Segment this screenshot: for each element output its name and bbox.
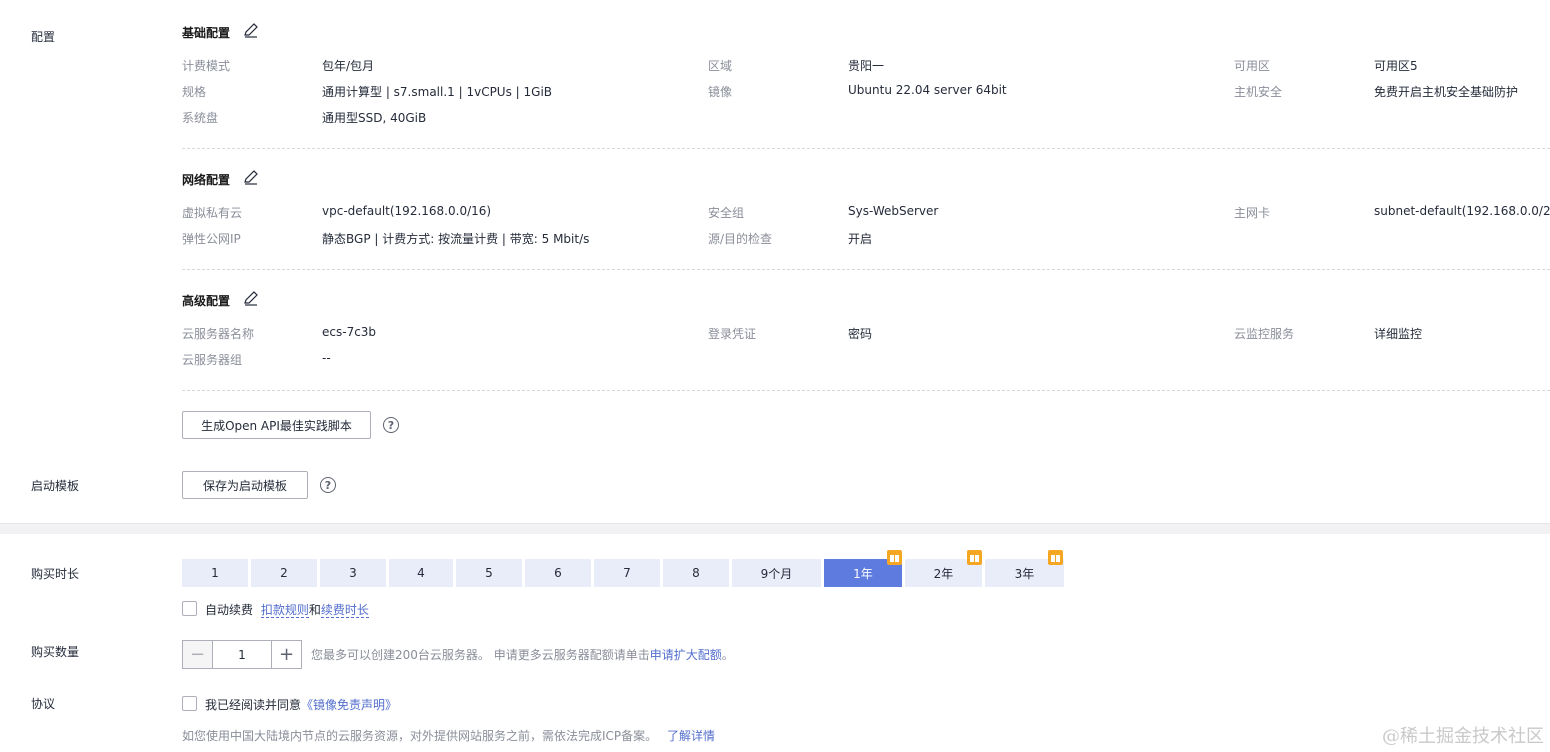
basic-value: 包年/包月 bbox=[322, 59, 375, 73]
network-value: 静态BGP | 计费方式: 按流量计费 | 带宽: 5 Mbit/s bbox=[322, 232, 590, 246]
duration-option[interactable]: 6 bbox=[525, 559, 591, 587]
divider bbox=[182, 390, 1550, 391]
generate-openapi-button[interactable]: 生成Open API最佳实践脚本 bbox=[182, 411, 371, 439]
advanced-key: 云监控服务 bbox=[1234, 327, 1295, 341]
launch-template-label: 启动模板 bbox=[31, 479, 80, 493]
advanced-value: 密码 bbox=[848, 327, 873, 341]
quantity-note-text: 您最多可以创建200台云服务器。 申请更多云服务器配额请单击 bbox=[311, 648, 650, 662]
edit-basic-icon[interactable] bbox=[243, 22, 259, 38]
help-icon[interactable]: ? bbox=[320, 477, 336, 493]
icp-note-text: 如您使用中国大陆境内节点的云服务资源，对外提供网站服务之前，需依法完成ICP备案… bbox=[182, 729, 658, 743]
basic-value: 可用区5 bbox=[1374, 59, 1418, 73]
basic-key: 可用区 bbox=[1234, 59, 1271, 73]
network-value: 开启 bbox=[848, 232, 873, 246]
advanced-key: 云服务器组 bbox=[182, 353, 243, 367]
gift-icon bbox=[967, 550, 982, 565]
basic-key: 镜像 bbox=[708, 85, 733, 99]
duration-label: 购买时长 bbox=[31, 567, 80, 581]
save-launch-template-button[interactable]: 保存为启动模板 bbox=[182, 471, 308, 499]
edit-network-icon[interactable] bbox=[243, 169, 259, 185]
basic-key: 规格 bbox=[182, 85, 207, 99]
deduction-rules-link[interactable]: 扣款规则 bbox=[260, 603, 309, 618]
basic-value: 通用计算型 | s7.small.1 | 1vCPUs | 1GiB bbox=[322, 85, 553, 99]
learn-more-link[interactable]: 了解详情 bbox=[667, 729, 715, 743]
renewal-duration-link[interactable]: 续费时长 bbox=[320, 603, 369, 618]
quantity-label: 购买数量 bbox=[31, 645, 80, 659]
basic-key: 计费模式 bbox=[182, 59, 231, 73]
duration-option[interactable]: 7 bbox=[594, 559, 660, 587]
network-key: 虚拟私有云 bbox=[182, 206, 243, 220]
divider bbox=[182, 148, 1550, 149]
gift-icon bbox=[1048, 550, 1063, 565]
agreement-text: 我已经阅读并同意《镜像免责声明》 bbox=[205, 696, 397, 713]
duration-option[interactable]: 2 bbox=[251, 559, 317, 587]
network-key: 主网卡 bbox=[1234, 206, 1271, 220]
gift-icon bbox=[887, 550, 902, 565]
quantity-stepper[interactable]: − 1 + bbox=[182, 640, 302, 669]
section-separator bbox=[0, 523, 1550, 534]
network-value: subnet-default(192.168.0.0/24) bbox=[1374, 204, 1550, 218]
auto-renew-label: 自动续费 bbox=[205, 603, 254, 617]
agreement-prefix: 我已经阅读并同意 bbox=[205, 698, 302, 712]
auto-renew-text: 自动续费 扣款规则和续费时长 bbox=[205, 601, 369, 618]
agreement-checkbox[interactable] bbox=[182, 696, 197, 711]
basic-key: 主机安全 bbox=[1234, 85, 1283, 99]
advanced-key: 云服务器名称 bbox=[182, 327, 255, 341]
increment-button[interactable]: + bbox=[271, 641, 301, 668]
and-text: 和 bbox=[308, 603, 321, 617]
basic-key: 系统盘 bbox=[182, 111, 219, 125]
quantity-note: 您最多可以创建200台云服务器。 申请更多云服务器配额请单击申请扩大配额。 bbox=[311, 646, 734, 663]
config-label: 配置 bbox=[31, 30, 56, 44]
request-quota-link[interactable]: 申请扩大配额 bbox=[650, 648, 722, 662]
basic-value: Ubuntu 22.04 server 64bit bbox=[848, 83, 1007, 97]
basic-value: 免费开启主机安全基础防护 bbox=[1374, 85, 1519, 99]
image-disclaimer-link[interactable]: 《镜像免责声明》 bbox=[301, 698, 397, 712]
duration-option[interactable]: 1 bbox=[182, 559, 248, 587]
decrement-button[interactable]: − bbox=[183, 641, 213, 668]
network-value: Sys-WebServer bbox=[848, 204, 939, 218]
duration-option[interactable]: 3 bbox=[320, 559, 386, 587]
network-key: 弹性公网IP bbox=[182, 232, 241, 246]
icp-note: 如您使用中国大陆境内节点的云服务资源，对外提供网站服务之前，需依法完成ICP备案… bbox=[182, 727, 715, 744]
quantity-note-end: 。 bbox=[721, 648, 734, 662]
auto-renew-checkbox[interactable] bbox=[182, 601, 197, 616]
basic-value: 贵阳一 bbox=[848, 59, 885, 73]
basic-config-title: 基础配置 bbox=[182, 26, 231, 40]
divider bbox=[182, 269, 1550, 270]
duration-option[interactable]: 9个月 bbox=[732, 559, 821, 587]
watermark: @稀土掘金技术社区 bbox=[1382, 726, 1544, 747]
network-key: 源/目的检查 bbox=[708, 232, 773, 246]
edit-advanced-icon[interactable] bbox=[243, 290, 259, 306]
advanced-value: ecs-7c3b bbox=[322, 325, 377, 339]
quantity-input[interactable]: 1 bbox=[213, 641, 271, 668]
duration-option[interactable]: 5 bbox=[456, 559, 522, 587]
basic-key: 区域 bbox=[708, 59, 733, 73]
basic-value: 通用型SSD, 40GiB bbox=[322, 111, 427, 125]
network-config-title: 网络配置 bbox=[182, 173, 231, 187]
agreement-label: 协议 bbox=[31, 697, 56, 711]
network-key: 安全组 bbox=[708, 206, 745, 220]
network-value: vpc-default(192.168.0.0/16) bbox=[322, 204, 492, 218]
advanced-config-title: 高级配置 bbox=[182, 294, 231, 308]
help-icon[interactable]: ? bbox=[383, 417, 399, 433]
advanced-key: 登录凭证 bbox=[708, 327, 757, 341]
duration-option[interactable]: 4 bbox=[389, 559, 453, 587]
duration-option[interactable]: 8 bbox=[663, 559, 729, 587]
advanced-value: -- bbox=[322, 351, 331, 365]
advanced-value: 详细监控 bbox=[1374, 327, 1423, 341]
